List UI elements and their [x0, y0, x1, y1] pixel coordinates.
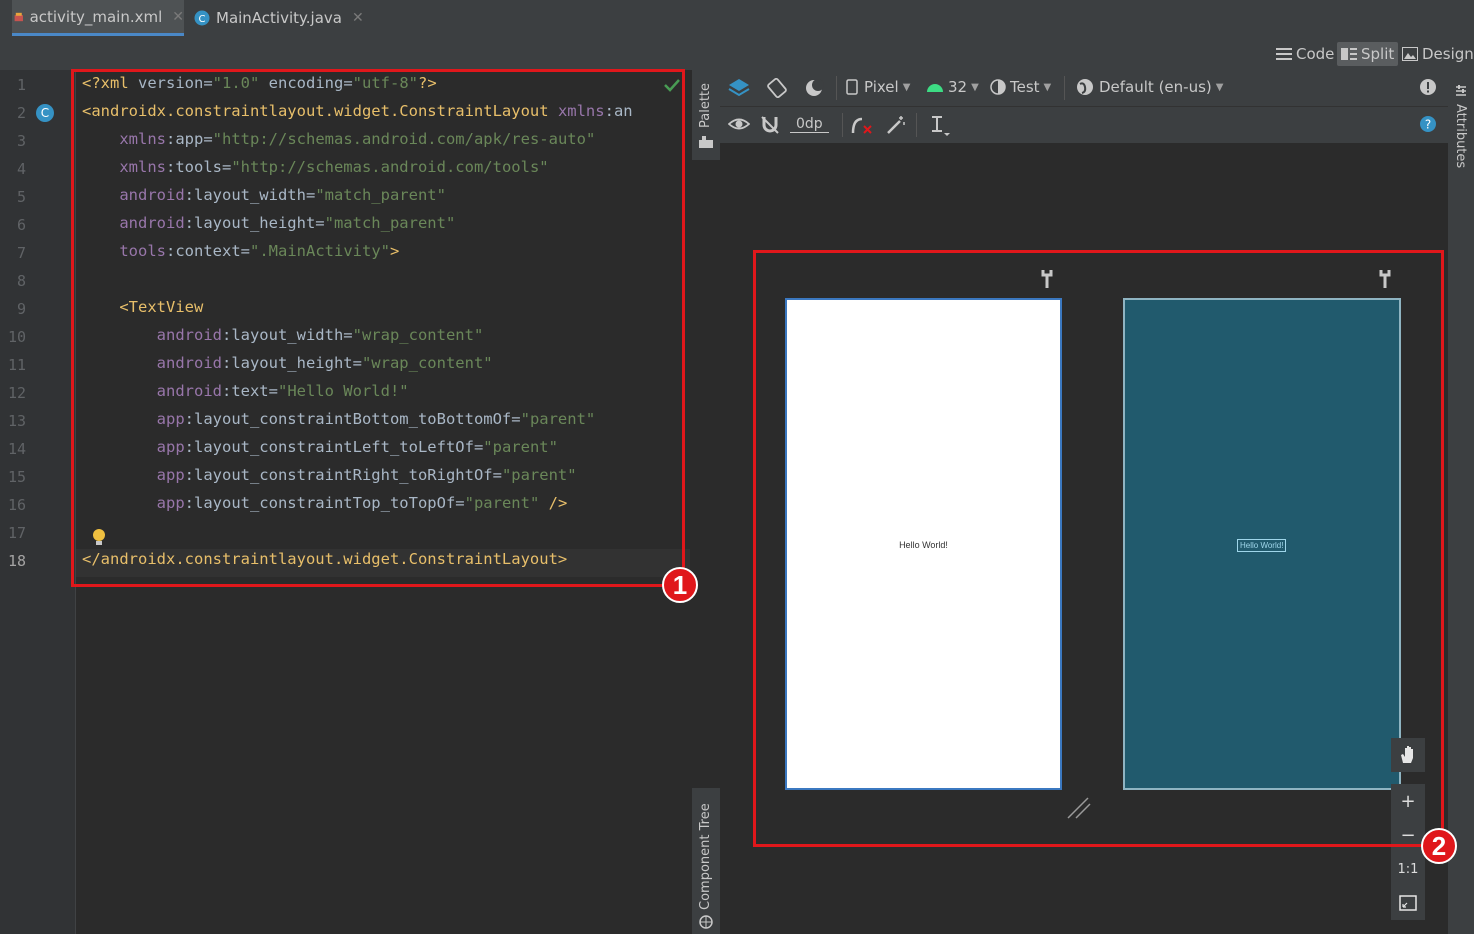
- theme-icon: [990, 79, 1006, 95]
- class-gutter-icon[interactable]: C: [35, 103, 55, 123]
- fit-screen-icon: [1399, 895, 1417, 911]
- xml-layout-icon: [14, 12, 23, 21]
- svg-text:C: C: [199, 14, 206, 25]
- line-number: 8: [16, 272, 26, 290]
- locale-selector[interactable]: Default (en-us) ▼: [1076, 78, 1223, 96]
- line-number: 15: [7, 468, 26, 486]
- palette-collapsed-area: [692, 160, 720, 788]
- orientation-icon[interactable]: [766, 78, 788, 98]
- view-mode-bar: Code Split Design: [0, 36, 1474, 70]
- default-margin-selector[interactable]: 0dp: [790, 116, 829, 133]
- split-mode-button[interactable]: Split: [1337, 42, 1399, 66]
- svg-text:C: C: [41, 106, 49, 120]
- chevron-down-icon: ▼: [971, 81, 979, 93]
- java-class-icon: C: [194, 10, 210, 26]
- close-icon[interactable]: ✕: [172, 9, 184, 25]
- line-number: 11: [7, 356, 26, 374]
- component-tree-tab[interactable]: Component Tree: [698, 803, 713, 910]
- design-toolbar-secondary: 0dp ?: [720, 107, 1448, 143]
- line-number: 18: [7, 552, 26, 570]
- device-selector[interactable]: Pixel ▼: [846, 78, 910, 96]
- line-number-gutter: 1 2 3 4 5 6 7 8 9 10 11 12 13 14 15 16 1…: [0, 70, 76, 934]
- help-icon[interactable]: ?: [1419, 115, 1437, 133]
- editor-tab-bar: activity_main.xml ✕ C MainActivity.java …: [0, 0, 1474, 37]
- annotation-badge-2: 2: [1421, 828, 1457, 864]
- annotation-badge-1: 1: [662, 567, 698, 603]
- line-number: 3: [16, 132, 26, 150]
- magic-wand-icon[interactable]: [886, 115, 906, 135]
- tab-main-activity-java[interactable]: C MainActivity.java ✕: [194, 0, 364, 36]
- theme-selector[interactable]: Test ▼: [990, 78, 1051, 96]
- night-mode-icon[interactable]: [804, 78, 826, 98]
- palette-side-strip: Palette Component Tree: [692, 70, 720, 934]
- toolbar-separator: [836, 76, 837, 100]
- attributes-side-strip: Attributes: [1448, 70, 1474, 934]
- design-mode-button[interactable]: Design: [1402, 42, 1474, 66]
- chevron-down-icon: ▼: [902, 81, 911, 93]
- tab-label: MainActivity.java: [216, 9, 342, 27]
- android-icon: [927, 84, 943, 92]
- api-level-selector[interactable]: 32 ▼: [926, 78, 979, 96]
- layers-icon[interactable]: [728, 78, 750, 98]
- lines-icon: [1276, 48, 1292, 60]
- line-number: 6: [16, 216, 26, 234]
- globe-icon: [699, 915, 713, 929]
- code-mode-button[interactable]: Code: [1276, 42, 1334, 66]
- line-number: 13: [7, 412, 26, 430]
- palette-tab[interactable]: Palette: [698, 83, 713, 128]
- magnet-off-icon[interactable]: [760, 115, 780, 135]
- annotation-box-1: [71, 69, 685, 587]
- tab-activity-main-xml[interactable]: activity_main.xml ✕: [12, 0, 184, 36]
- guidelines-icon[interactable]: [928, 115, 950, 137]
- attributes-tab[interactable]: Attributes: [1453, 104, 1468, 168]
- image-icon: [1402, 47, 1418, 61]
- zoom-to-fit-button[interactable]: [1391, 886, 1425, 920]
- line-number: 14: [7, 440, 26, 458]
- line-number: 2: [16, 104, 26, 122]
- svg-text:?: ?: [1425, 118, 1431, 132]
- warning-icon[interactable]: [1419, 78, 1437, 96]
- globe-icon: [1077, 79, 1093, 95]
- toolbar-separator: [916, 113, 917, 137]
- line-number: 9: [16, 300, 26, 318]
- phone-icon: [846, 79, 858, 95]
- line-number: 7: [16, 244, 26, 262]
- design-toolbar-primary: Pixel ▼ 32 ▼ Test ▼ Default (en-us) ▼: [720, 70, 1448, 107]
- toolbar-separator: [842, 113, 843, 137]
- clear-constraints-icon[interactable]: [850, 115, 874, 135]
- line-number: 16: [7, 496, 26, 514]
- toolbar-separator: [1064, 76, 1065, 100]
- line-number: 5: [16, 188, 26, 206]
- line-number: 10: [7, 328, 26, 346]
- line-number: 17: [7, 524, 26, 542]
- close-icon[interactable]: ✕: [352, 10, 364, 26]
- attributes-icon: [1456, 85, 1466, 96]
- chevron-down-icon: ▼: [1043, 81, 1052, 93]
- split-icon: [1341, 48, 1357, 60]
- line-number: 1: [16, 76, 26, 94]
- palette-icon: [699, 136, 713, 148]
- tab-label: activity_main.xml: [29, 7, 163, 26]
- annotation-box-2: [753, 250, 1444, 847]
- line-number: 4: [16, 160, 26, 178]
- chevron-down-icon: ▼: [1215, 81, 1224, 93]
- line-number: 12: [7, 384, 26, 402]
- eye-icon[interactable]: [728, 115, 750, 133]
- actual-size-button[interactable]: 1:1: [1391, 852, 1425, 886]
